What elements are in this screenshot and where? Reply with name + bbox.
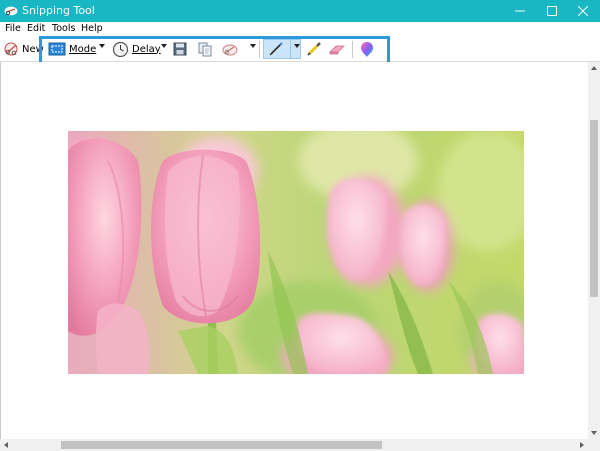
scroll-left-arrow-icon[interactable] <box>4 442 8 448</box>
vertical-scrollbar[interactable] <box>588 62 600 439</box>
menu-tools[interactable]: Tools <box>52 23 75 34</box>
scroll-down-arrow-icon[interactable] <box>591 431 597 435</box>
close-icon <box>578 6 588 16</box>
minimize-icon <box>515 10 525 12</box>
scroll-right-arrow-icon[interactable] <box>580 442 584 448</box>
minimize-button[interactable] <box>505 0 535 22</box>
new-button[interactable]: New <box>3 38 44 60</box>
menu-help[interactable]: Help <box>81 23 103 34</box>
close-button[interactable] <box>568 0 598 22</box>
maximize-icon <box>547 6 557 16</box>
horizontal-scrollbar[interactable] <box>0 439 588 451</box>
scroll-up-arrow-icon[interactable] <box>591 66 597 70</box>
new-snip-icon <box>4 42 18 56</box>
maximize-button[interactable] <box>537 0 567 22</box>
window-title: Snipping Tool <box>22 4 95 17</box>
menu-file[interactable]: File <box>5 23 21 34</box>
snip-canvas[interactable] <box>0 62 588 439</box>
menu-edit[interactable]: Edit <box>27 23 45 34</box>
tulip-photo <box>68 131 524 374</box>
captured-snip-image <box>68 131 524 374</box>
scrollbar-corner <box>588 439 600 451</box>
title-bar: Snipping Tool <box>0 0 600 22</box>
scissors-icon <box>4 6 18 16</box>
horizontal-scroll-thumb[interactable] <box>61 441 382 449</box>
menu-bar: File Edit Tools Help <box>0 22 600 36</box>
vertical-scroll-thumb[interactable] <box>590 120 598 297</box>
